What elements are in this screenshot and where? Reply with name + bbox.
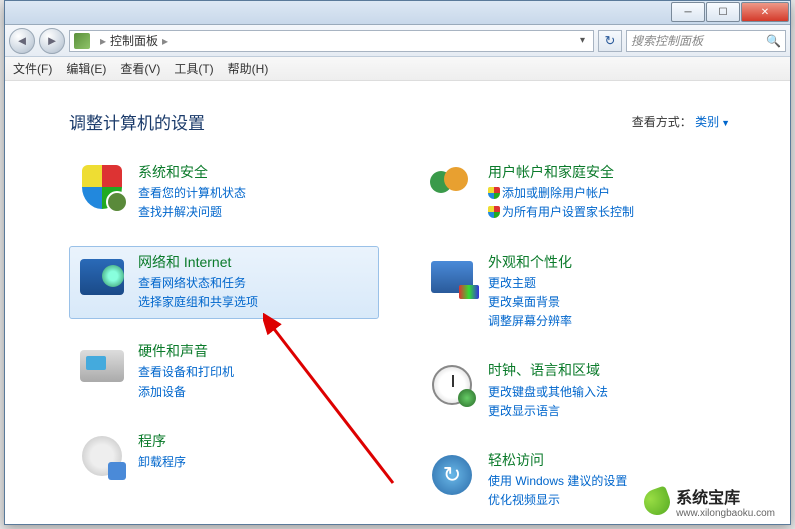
view-by: 查看方式： 类别▼ [632, 113, 730, 130]
back-button[interactable]: ◄ [9, 28, 35, 54]
control-panel-icon [74, 33, 90, 49]
maximize-button[interactable]: ☐ [706, 2, 740, 22]
leaf-icon [640, 485, 673, 518]
category-link[interactable]: 更改桌面背景 [488, 293, 720, 312]
prog-icon [78, 432, 126, 480]
content-area: 调整计算机的设置 查看方式： 类别▼ 系统和安全查看您的计算机状态查找并解决问题… [5, 81, 790, 524]
menu-help[interactable]: 帮助(H) [228, 60, 269, 77]
ease-icon [428, 451, 476, 499]
close-button[interactable]: ✕ [741, 2, 789, 22]
category-title[interactable]: 轻松访问 [488, 451, 720, 469]
category-link[interactable]: 添加或删除用户帐户 [488, 184, 720, 203]
titlebar: ─ ☐ ✕ [5, 1, 790, 25]
menu-edit[interactable]: 编辑(E) [66, 60, 106, 77]
navigation-bar: ◄ ► ▸ 控制面板 ▸ ▾ ↻ 搜索控制面板 🔍 [5, 25, 790, 57]
view-by-label: 查看方式： [632, 115, 692, 129]
hw-icon [78, 342, 126, 390]
watermark-title: 系统宝库 [676, 490, 740, 507]
address-bar[interactable]: ▸ 控制面板 ▸ ▾ [69, 30, 594, 52]
category-link[interactable]: 添加设备 [138, 383, 370, 402]
category-link[interactable]: 查看网络状态和任务 [138, 274, 370, 293]
category-title[interactable]: 硬件和声音 [138, 342, 370, 360]
category-link[interactable]: 查找并解决问题 [138, 203, 370, 222]
search-icon[interactable]: 🔍 [766, 34, 781, 48]
refresh-button[interactable]: ↻ [598, 30, 622, 52]
address-dropdown-icon[interactable]: ▾ [576, 35, 589, 46]
menu-file[interactable]: 文件(F) [13, 60, 52, 77]
category-title[interactable]: 程序 [138, 432, 370, 450]
category-title[interactable]: 系统和安全 [138, 163, 370, 181]
category-appear[interactable]: 外观和个性化更改主题更改桌面背景调整屏幕分辨率 [419, 246, 729, 339]
category-link[interactable]: 调整屏幕分辨率 [488, 312, 720, 331]
category-link[interactable]: 查看设备和打印机 [138, 363, 370, 382]
category-link[interactable]: 选择家庭组和共享选项 [138, 293, 370, 312]
category-net[interactable]: 网络和 Internet 查看网络状态和任务选择家庭组和共享选项 [69, 246, 379, 320]
uac-shield-icon [488, 187, 500, 199]
category-title[interactable]: 用户帐户和家庭安全 [488, 163, 720, 181]
category-link[interactable]: 更改键盘或其他输入法 [488, 383, 720, 402]
view-by-value[interactable]: 类别▼ [695, 115, 730, 129]
minimize-button[interactable]: ─ [671, 2, 705, 22]
category-clock[interactable]: 时钟、语言和区域更改键盘或其他输入法更改显示语言 [419, 354, 729, 428]
forward-button[interactable]: ► [39, 28, 65, 54]
menu-view[interactable]: 查看(V) [120, 60, 160, 77]
control-panel-window: ─ ☐ ✕ ◄ ► ▸ 控制面板 ▸ ▾ ↻ 搜索控制面板 🔍 文件(F) 编辑… [4, 0, 791, 525]
category-title[interactable]: 外观和个性化 [488, 253, 720, 271]
shield-icon [78, 163, 126, 211]
breadcrumb-text[interactable]: 控制面板 [110, 32, 158, 49]
category-link[interactable]: 卸载程序 [138, 453, 370, 472]
breadcrumb-arrow-icon: ▸ [162, 34, 168, 48]
category-users[interactable]: 用户帐户和家庭安全添加或删除用户帐户为所有用户设置家长控制 [419, 156, 729, 230]
category-link[interactable]: 为所有用户设置家长控制 [488, 203, 720, 222]
category-title[interactable]: 时钟、语言和区域 [488, 361, 720, 379]
users-icon [428, 163, 476, 211]
breadcrumb-arrow-icon: ▸ [100, 34, 106, 48]
category-link[interactable]: 更改显示语言 [488, 402, 720, 421]
category-link[interactable]: 查看您的计算机状态 [138, 184, 370, 203]
clock-icon [428, 361, 476, 409]
category-prog[interactable]: 程序卸载程序 [69, 425, 379, 487]
watermark-url: www.xilongbaoku.com [676, 508, 775, 519]
search-input[interactable]: 搜索控制面板 🔍 [626, 30, 786, 52]
category-title[interactable]: 网络和 Internet [138, 253, 370, 271]
net-icon [78, 253, 126, 301]
search-placeholder: 搜索控制面板 [631, 32, 703, 49]
menu-tools[interactable]: 工具(T) [174, 60, 213, 77]
appear-icon [428, 253, 476, 301]
watermark: 系统宝库 www.xilongbaoku.com [644, 484, 775, 519]
uac-shield-icon [488, 206, 500, 218]
category-hw[interactable]: 硬件和声音查看设备和打印机添加设备 [69, 335, 379, 409]
menu-bar: 文件(F) 编辑(E) 查看(V) 工具(T) 帮助(H) [5, 57, 790, 81]
category-shield[interactable]: 系统和安全查看您的计算机状态查找并解决问题 [69, 156, 379, 230]
category-link[interactable]: 更改主题 [488, 274, 720, 293]
